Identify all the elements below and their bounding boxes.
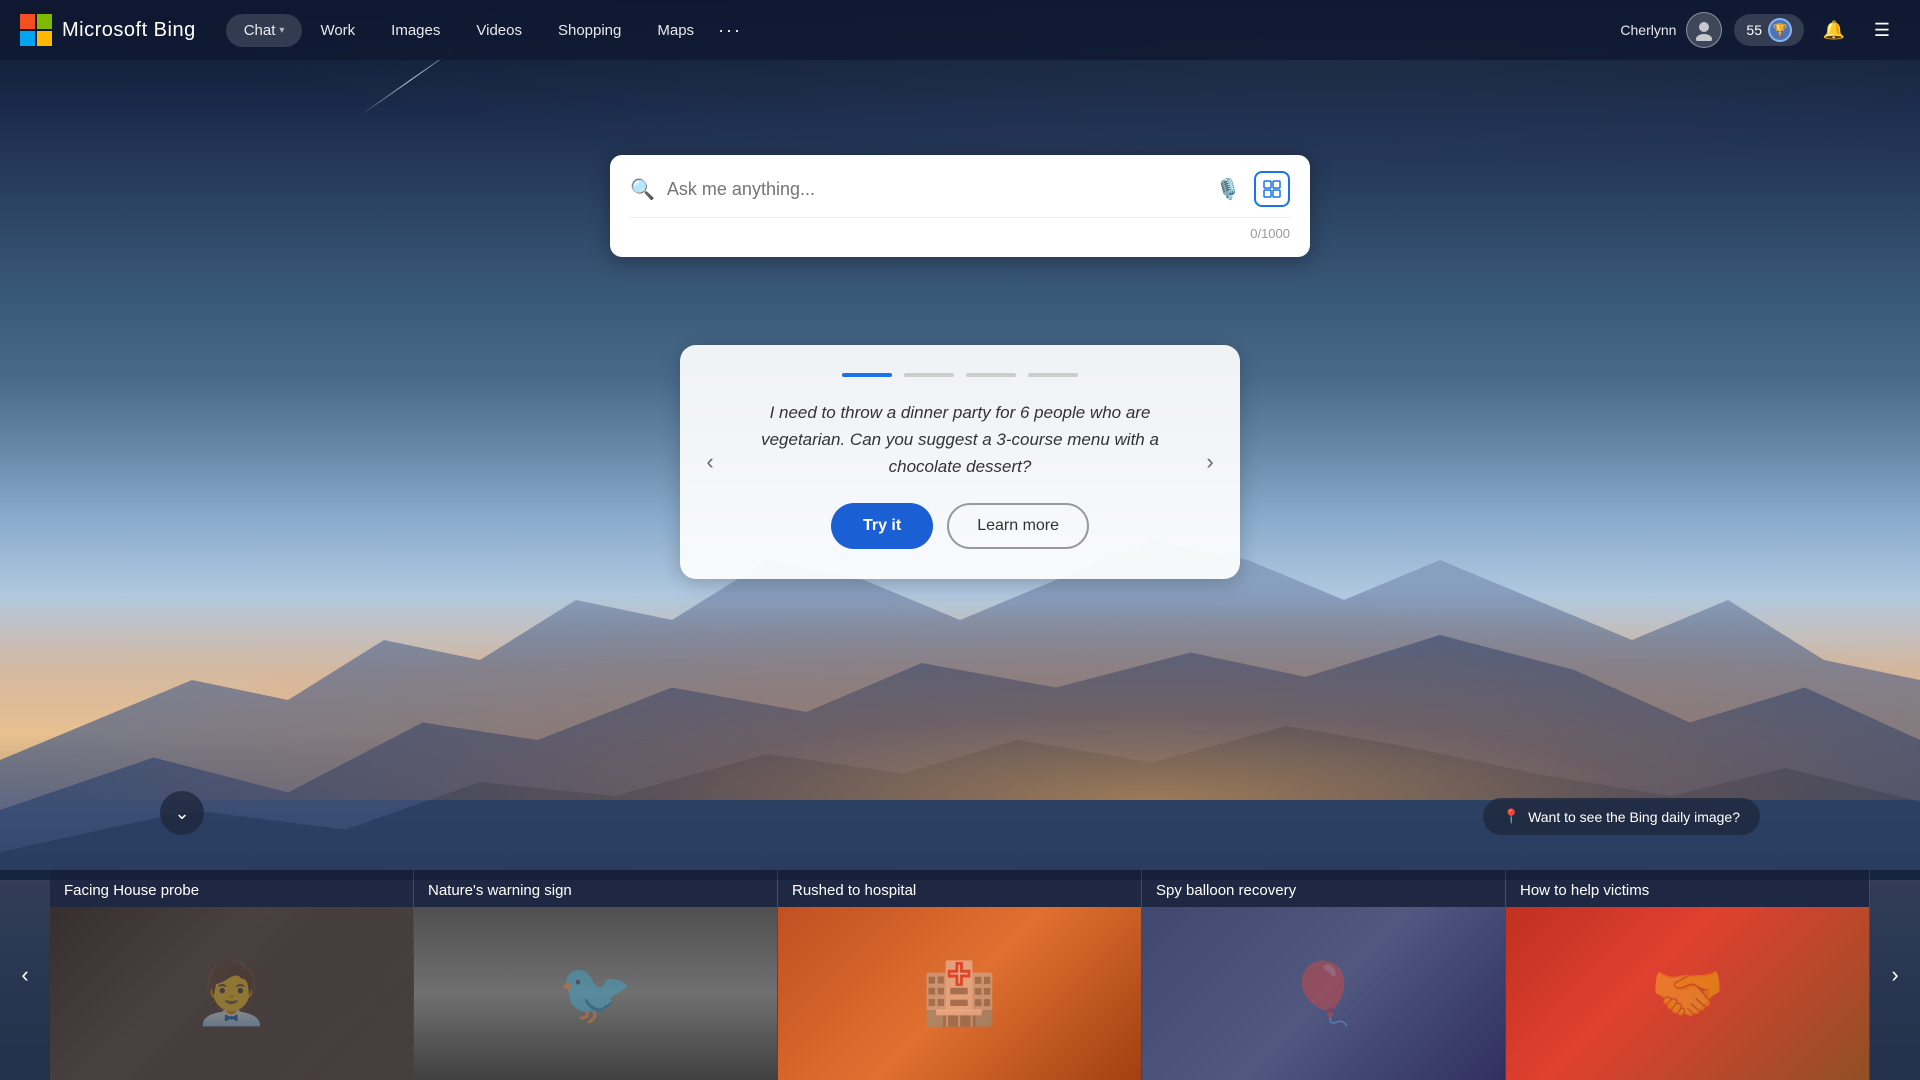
news-image-5: 🤝 [1506,907,1869,1080]
daily-image-button[interactable]: 📍 Want to see the Bing daily image? [1483,798,1760,835]
rewards-icon: 🏆 [1768,18,1792,42]
try-it-button[interactable]: Try it [831,503,933,549]
nav-more-label: ··· [718,20,742,41]
scroll-down-icon: ⌄ [174,803,189,824]
nav-maps-label: Maps [657,22,694,39]
nav-shopping-label: Shopping [558,22,621,39]
nav-more-button[interactable]: ··· [712,12,748,48]
dot-1[interactable] [842,373,892,377]
user-area[interactable]: Cherlynn [1620,12,1722,48]
search-icon: 🔍 [630,177,655,202]
news-title-2: Nature's warning sign [414,870,777,907]
news-strip: ‹ Facing House probe 🧑‍💼 Nature's warnin… [0,870,1920,1080]
char-count: 0/1000 [630,217,1290,241]
news-image-2: 🐦 [414,907,777,1080]
logo-area[interactable]: Microsoft Bing [20,14,196,46]
learn-more-button[interactable]: Learn more [947,503,1089,549]
location-icon: 📍 [1503,808,1520,825]
navbar: Microsoft Bing Chat ▾ Work Images Videos… [0,0,1920,60]
news-card-natures-warning[interactable]: Nature's warning sign 🐦 [414,870,778,1080]
news-title-4: Spy balloon recovery [1142,870,1505,907]
search-container: 🔍 🎙️ 0/1000 [610,155,1310,257]
news-card-help-victims[interactable]: How to help victims 🤝 [1506,870,1870,1080]
carousel-prev-button[interactable]: ‹ [694,446,726,478]
news-card-facing-house-probe[interactable]: Facing House probe 🧑‍💼 [50,870,414,1080]
nav-images[interactable]: Images [373,14,458,47]
chat-chevron: ▾ [279,25,284,36]
suggestion-text: I need to throw a dinner party for 6 peo… [730,399,1190,481]
search-box: 🔍 🎙️ 0/1000 [610,155,1310,257]
nav-work-label: Work [320,22,355,39]
username: Cherlynn [1620,22,1676,38]
dot-2[interactable] [904,373,954,377]
nav-work[interactable]: Work [302,14,373,47]
nav-links: Chat ▾ Work Images Videos Shopping Maps … [226,12,1621,48]
nav-images-label: Images [391,22,440,39]
nav-videos[interactable]: Videos [458,14,540,47]
figure-icon-3: 🏥 [778,907,1141,1080]
news-next-button[interactable]: › [1870,870,1920,1080]
news-prev-button[interactable]: ‹ [0,870,50,1080]
news-image-4: 🎈 [1142,907,1505,1080]
scroll-down-button[interactable]: ⌄ [160,791,204,835]
figure-icon-1: 🧑‍💼 [50,907,413,1080]
carousel-next-button[interactable]: › [1194,446,1226,478]
dot-4[interactable] [1028,373,1078,377]
figure-icon-4: 🎈 [1142,907,1505,1080]
news-cards: Facing House probe 🧑‍💼 Nature's warning … [50,870,1870,1080]
figure-icon-5: 🤝 [1506,907,1869,1080]
suggestion-card: ‹ I need to throw a dinner party for 6 p… [680,345,1240,579]
rewards-score: 55 [1746,22,1762,38]
horizon-glow [0,600,1920,800]
news-image-1: 🧑‍💼 [50,907,413,1080]
nav-videos-label: Videos [476,22,522,39]
search-actions: 🎙️ [1210,171,1290,207]
nav-chat[interactable]: Chat ▾ [226,14,303,47]
search-input[interactable] [667,179,1198,200]
news-title-1: Facing House probe [50,870,413,907]
news-title-3: Rushed to hospital [778,870,1141,907]
brand-name: Microsoft Bing [62,19,196,42]
nav-chat-label: Chat [244,22,276,39]
search-input-row: 🔍 🎙️ [630,171,1290,207]
news-card-spy-balloon[interactable]: Spy balloon recovery 🎈 [1142,870,1506,1080]
news-title-5: How to help victims [1506,870,1869,907]
figure-icon-2: 🐦 [414,907,777,1080]
nav-right: Cherlynn 55 🏆 🔔 ☰ [1620,12,1900,48]
dot-3[interactable] [966,373,1016,377]
bing-logo-icon [20,14,52,46]
visual-search-button[interactable] [1254,171,1290,207]
microphone-button[interactable]: 🎙️ [1210,171,1246,207]
user-avatar [1686,12,1722,48]
daily-image-label: Want to see the Bing daily image? [1528,809,1740,825]
nav-maps[interactable]: Maps [639,14,712,47]
nav-shopping[interactable]: Shopping [540,14,639,47]
hamburger-menu-icon[interactable]: ☰ [1864,12,1900,48]
progress-dots [730,373,1190,377]
news-card-rushed-to-hospital[interactable]: Rushed to hospital 🏥 [778,870,1142,1080]
rewards-badge[interactable]: 55 🏆 [1734,14,1804,46]
suggestion-buttons: Try it Learn more [730,503,1190,549]
news-image-3: 🏥 [778,907,1141,1080]
notifications-icon[interactable]: 🔔 [1816,12,1852,48]
